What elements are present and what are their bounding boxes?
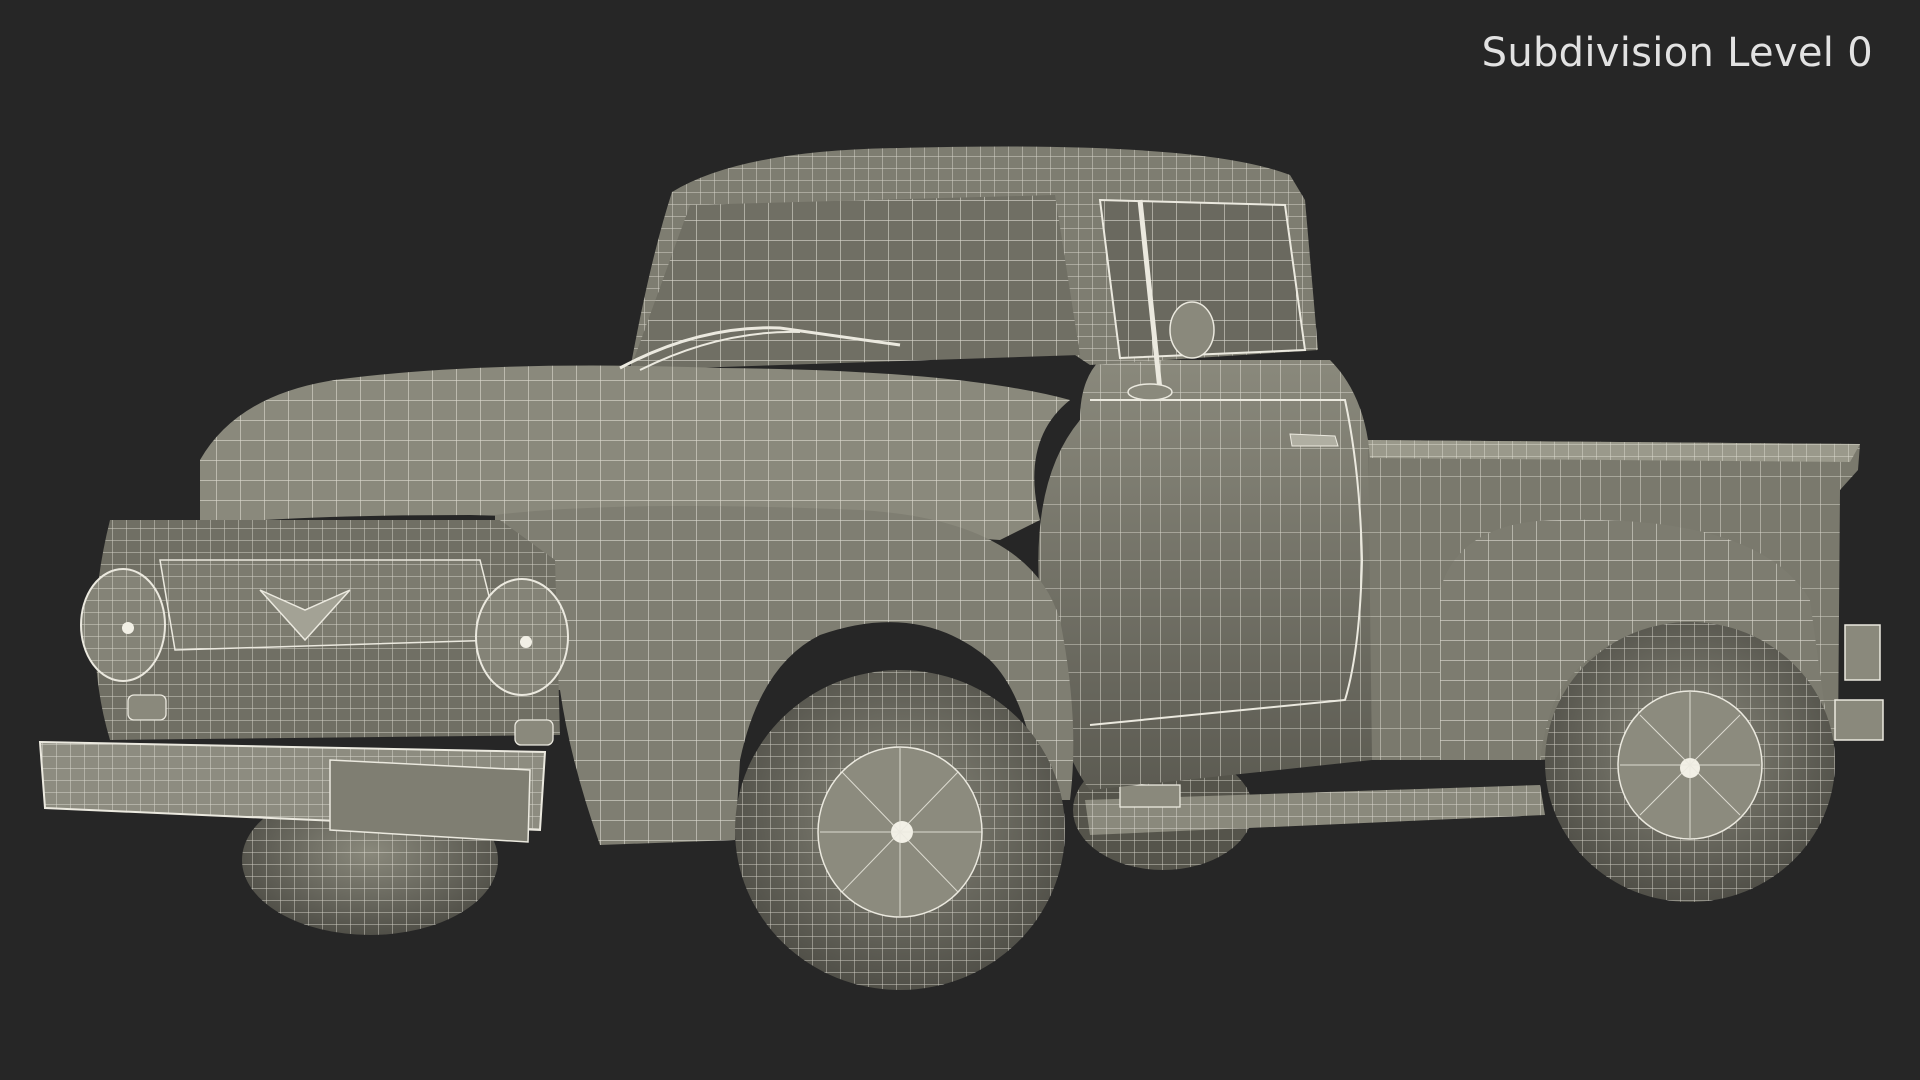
cab-body: [1038, 360, 1372, 790]
windshield: [630, 195, 1080, 370]
headlight-right: [475, 578, 569, 696]
running-board: [1085, 784, 1545, 835]
rear-bumper: [1834, 624, 1884, 741]
render-viewport: Subdivision Level 0: [0, 0, 1920, 1080]
rear-tire: [1545, 622, 1835, 902]
truck-wireframe-render: [38, 146, 1884, 990]
front-tire: [735, 670, 1065, 990]
headlight-left: [80, 568, 166, 682]
door-handle: [1289, 433, 1339, 447]
